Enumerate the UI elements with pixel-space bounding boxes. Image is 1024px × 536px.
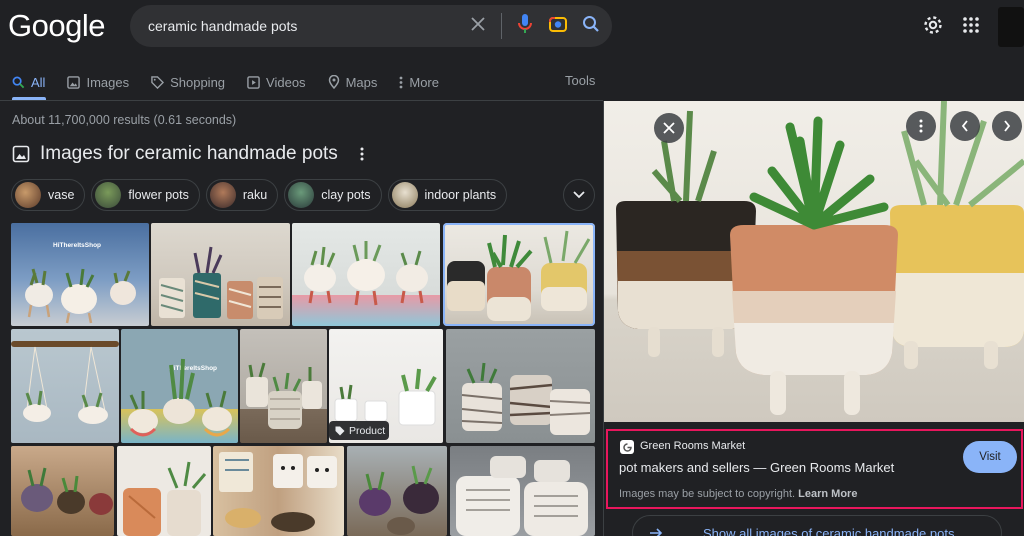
tab-shopping[interactable]: Shopping (151, 70, 225, 94)
image-result[interactable] (11, 329, 119, 443)
vertical-dots-icon (399, 76, 403, 88)
tag-icon (151, 75, 165, 89)
chip-thumbnail (15, 182, 41, 208)
chip-label: clay pots (321, 188, 371, 202)
header: Google (0, 0, 1024, 54)
microphone-icon[interactable] (516, 13, 534, 40)
preview-options-button[interactable] (906, 111, 936, 141)
arrow-right-icon (650, 528, 663, 536)
chip-label: indoor plants (424, 188, 497, 202)
camera-lens-icon[interactable] (548, 14, 568, 39)
chevron-right-icon (1004, 120, 1011, 132)
product-badge: Product (329, 421, 389, 440)
images-section-heading: Images for ceramic handmade pots (12, 143, 364, 165)
image-result[interactable] (213, 446, 344, 536)
image-result[interactable] (347, 446, 447, 536)
tab-more-label: More (409, 74, 439, 90)
tools-button[interactable]: Tools (565, 73, 595, 88)
related-chips: vase flower pots raku clay pots indoor p… (11, 179, 508, 211)
image-title-link[interactable]: pot makers and sellers — Green Rooms Mar… (619, 460, 894, 475)
search-icon (12, 76, 25, 88)
chip-thumbnail (95, 182, 122, 208)
previous-image-button[interactable] (950, 111, 980, 141)
tab-all-label: All (31, 74, 46, 90)
apps-grid-icon[interactable] (962, 16, 980, 39)
play-icon (247, 75, 260, 89)
tab-more[interactable]: More (399, 70, 439, 94)
chip-raku[interactable]: raku (205, 179, 279, 211)
next-image-button[interactable] (992, 111, 1022, 141)
chip-thumbnail (209, 182, 236, 208)
account-avatar[interactable] (998, 7, 1024, 47)
chip-thumbnail (288, 182, 315, 208)
close-preview-button[interactable] (654, 113, 684, 143)
chip-label: raku (242, 188, 268, 202)
search-box[interactable] (130, 5, 612, 47)
divider (501, 13, 502, 39)
image-result[interactable] (117, 446, 211, 536)
chip-label: vase (48, 188, 75, 202)
chevron-left-icon (961, 120, 968, 132)
product-badge-label: Product (349, 424, 386, 437)
image-result-selected[interactable] (443, 223, 595, 326)
result-stats: About 11,700,000 results (0.61 seconds) (12, 113, 237, 127)
tab-all[interactable]: All (12, 70, 45, 94)
show-all-images-button[interactable]: Show all images of ceramic handmade pots (632, 515, 1002, 536)
clear-icon[interactable] (469, 15, 487, 38)
source-name[interactable]: Green Rooms Market (640, 440, 745, 452)
image-result[interactable]: HiThereItsShop (11, 223, 149, 326)
source-favicon-icon (620, 440, 634, 454)
tag-icon (335, 426, 345, 435)
show-all-label: Show all images of ceramic handmade pots (703, 525, 955, 536)
image-result[interactable]: HiThereItsShop (121, 329, 238, 443)
map-pin-icon (328, 75, 339, 89)
image-source-info: Green Rooms Market pot makers and seller… (606, 429, 1023, 509)
image-result[interactable] (151, 223, 290, 326)
image-result[interactable] (240, 329, 327, 443)
images-heading-title: Images for ceramic handmade pots (40, 143, 338, 164)
more-options-icon[interactable] (360, 147, 364, 161)
tab-videos-label: Videos (266, 74, 306, 90)
copyright-text: Images may be subject to copyright. (619, 488, 796, 500)
image-icon (12, 145, 30, 163)
image-result[interactable] (450, 446, 595, 536)
image-result[interactable] (446, 329, 595, 443)
image-result[interactable] (11, 446, 114, 536)
chip-flower-pots[interactable]: flower pots (91, 179, 200, 211)
chip-thumbnail (391, 182, 418, 208)
image-result[interactable] (292, 223, 440, 326)
tab-shopping-label: Shopping (170, 74, 226, 90)
visit-button[interactable]: Visit (963, 441, 1017, 473)
search-icon[interactable] (582, 15, 600, 38)
tab-maps[interactable]: Maps (328, 70, 378, 94)
chip-vase[interactable]: vase (11, 179, 86, 211)
google-logo[interactable]: Google (8, 8, 105, 44)
image-preview[interactable] (604, 101, 1024, 422)
chevron-down-icon (573, 191, 585, 199)
chip-indoor-plants[interactable]: indoor plants (387, 179, 508, 211)
search-input[interactable] (148, 16, 448, 36)
search-tabs: All Images Shopping Videos Maps More (0, 68, 600, 96)
chip-clay-pots[interactable]: clay pots (284, 179, 382, 211)
copyright-note: Images may be subject to copyright. Lear… (619, 488, 857, 500)
tab-videos[interactable]: Videos (247, 70, 306, 94)
settings-gear-icon[interactable] (922, 14, 944, 41)
tabs-divider (0, 100, 603, 101)
close-icon (663, 122, 675, 134)
image-icon (67, 75, 81, 89)
tab-maps-label: Maps (345, 74, 378, 90)
tab-images-label: Images (86, 74, 130, 90)
chip-label: flower pots (128, 188, 189, 202)
tab-images[interactable]: Images (67, 70, 129, 94)
vertical-dots-icon (919, 119, 923, 133)
chips-expand-button[interactable] (563, 179, 595, 211)
learn-more-link[interactable]: Learn More (798, 488, 857, 500)
